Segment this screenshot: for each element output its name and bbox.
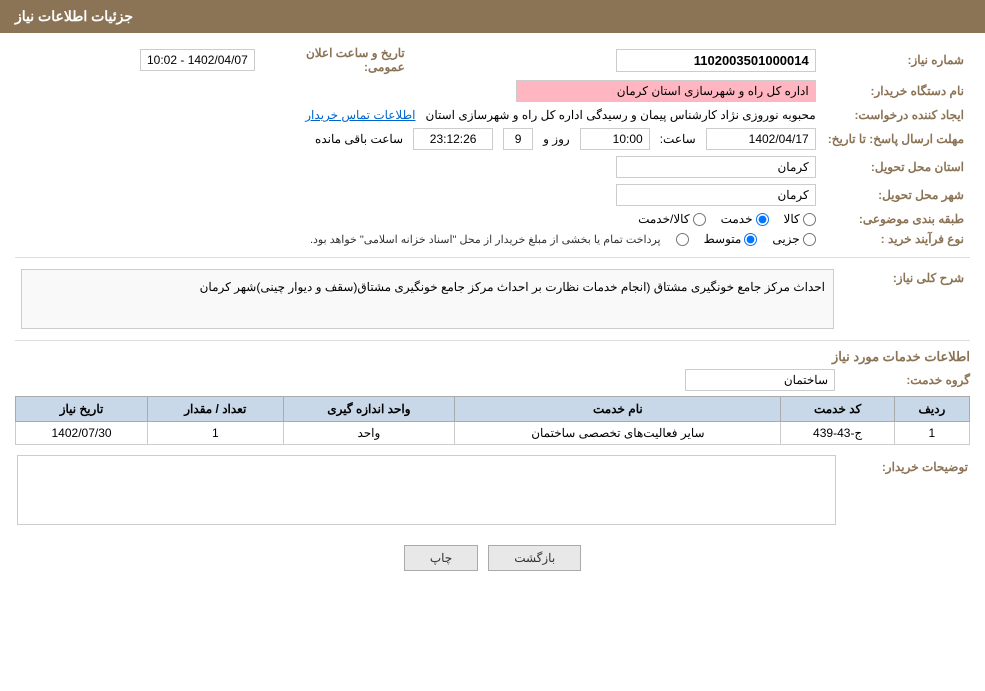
divider-2 [15, 340, 970, 341]
cell-row: 1 [894, 422, 969, 445]
description-table: شرح کلی نیاز: احداث مرکز جامع خونگیری مش… [15, 266, 970, 332]
purchase-motavasset-option[interactable]: متوسط [704, 232, 758, 246]
divider-1 [15, 257, 970, 258]
cell-code: ج-43-439 [781, 422, 894, 445]
print-button[interactable]: چاپ [404, 545, 478, 571]
purchase-other-option[interactable] [676, 233, 689, 246]
contact-link[interactable]: اطلاعات تماس خریدار [305, 108, 415, 122]
category-kala-radio[interactable] [803, 213, 816, 226]
announcement-date-value: 1402/04/07 - 10:02 [140, 49, 255, 71]
category-label: طبقه بندی موضوعی: [822, 209, 970, 229]
service-group-label: گروه خدمت: [840, 373, 970, 387]
top-info-table: شماره نیاز: 1102003501000014 تاریخ و ساع… [15, 43, 970, 249]
buyer-org-value: اداره کل راه و شهرسازی استان کرمان [516, 80, 816, 102]
deadline-time: 10:00 [580, 128, 650, 150]
category-kala-khedmat-option[interactable]: کالا/خدمت [638, 212, 705, 226]
purchase-type-note: پرداخت تمام یا بخشی از مبلغ خریدار از مح… [310, 233, 661, 246]
purchase-motavasset-label: متوسط [704, 232, 742, 246]
announcer-label: ایجاد کننده درخواست: [822, 105, 970, 125]
province-value: کرمان [616, 156, 816, 178]
page-title: جزئیات اطلاعات نیاز [15, 8, 133, 24]
services-table: ردیف کد خدمت نام خدمت واحد اندازه گیری ت… [15, 396, 970, 445]
purchase-motavasset-radio[interactable] [744, 233, 757, 246]
col-qty: تعداد / مقدار [148, 397, 283, 422]
services-title: اطلاعات خدمات مورد نیاز [15, 349, 970, 365]
col-date: تاریخ نیاز [16, 397, 148, 422]
purchase-type-label: نوع فرآیند خرید : [822, 229, 970, 249]
category-kala-khedmat-radio[interactable] [693, 213, 706, 226]
buttons-row: بازگشت چاپ [15, 545, 970, 571]
announcement-date-label: تاریخ و ساعت اعلان عمومی: [261, 43, 411, 77]
main-content: شماره نیاز: 1102003501000014 تاریخ و ساع… [0, 33, 985, 591]
cell-name: سایر فعالیت‌های تخصصی ساختمان [455, 422, 781, 445]
category-khedmat-label: خدمت [721, 212, 753, 226]
need-number-label: شماره نیاز: [822, 43, 970, 77]
deadline-date: 1402/04/17 [706, 128, 816, 150]
page-header: جزئیات اطلاعات نیاز [0, 0, 985, 33]
buyer-notes-textarea[interactable] [17, 455, 836, 525]
purchase-jozvi-radio[interactable] [803, 233, 816, 246]
category-radio-group: کالا خدمت کالا/خدمت [21, 212, 816, 226]
category-khedmat-radio[interactable] [756, 213, 769, 226]
col-unit: واحد اندازه گیری [283, 397, 455, 422]
deadline-days: 9 [503, 128, 533, 150]
purchase-jozvi-label: جزیی [772, 232, 799, 246]
page-wrapper: جزئیات اطلاعات نیاز شماره نیاز: 11020035… [0, 0, 985, 691]
category-kala-option[interactable]: کالا [784, 212, 816, 226]
cell-qty: 1 [148, 422, 283, 445]
service-group-value: ساختمان [685, 369, 835, 391]
purchase-other-radio[interactable] [676, 233, 689, 246]
col-row: ردیف [894, 397, 969, 422]
cell-date: 1402/07/30 [16, 422, 148, 445]
purchase-type-radio-group: جزیی متوسط پرداخت تمام یا بخشی از مبلغ خ… [21, 232, 816, 246]
deadline-day-label: روز و [543, 132, 570, 146]
announcer-name: محبوبه نوروزی نژاد کارشناس پیمان و رسیدگ… [426, 108, 816, 122]
category-khedmat-option[interactable]: خدمت [721, 212, 769, 226]
purchase-jozvi-option[interactable]: جزیی [772, 232, 815, 246]
need-number-value: 1102003501000014 [616, 49, 816, 72]
general-desc-label: شرح کلی نیاز: [840, 266, 970, 332]
col-code: کد خدمت [781, 397, 894, 422]
deadline-remaining: 23:12:26 [413, 128, 493, 150]
cell-unit: واحد [283, 422, 455, 445]
buyer-org-label: نام دستگاه خریدار: [822, 77, 970, 105]
deadline-remaining-label: ساعت باقی مانده [315, 132, 403, 146]
city-value: کرمان [616, 184, 816, 206]
table-row: 1 ج-43-439 سایر فعالیت‌های تخصصی ساختمان… [16, 422, 970, 445]
deadline-time-label: ساعت: [660, 132, 696, 146]
category-kala-label: کالا [784, 212, 800, 226]
buyer-notes-label: توضیحات خریدار: [838, 455, 968, 528]
services-section: اطلاعات خدمات مورد نیاز گروه خدمت: ساختم… [15, 349, 970, 445]
service-group-row: گروه خدمت: ساختمان [15, 369, 970, 391]
city-label: شهر محل تحویل: [822, 181, 970, 209]
province-label: استان محل تحویل: [822, 153, 970, 181]
deadline-label: مهلت ارسال پاسخ: تا تاریخ: [822, 125, 970, 153]
col-name: نام خدمت [455, 397, 781, 422]
category-kala-khedmat-label: کالا/خدمت [638, 212, 689, 226]
buyer-notes-table: توضیحات خریدار: [15, 453, 970, 530]
back-button[interactable]: بازگشت [488, 545, 581, 571]
general-desc-text: احداث مرکز جامع خونگیری مشتاق (انجام خدم… [21, 269, 834, 329]
